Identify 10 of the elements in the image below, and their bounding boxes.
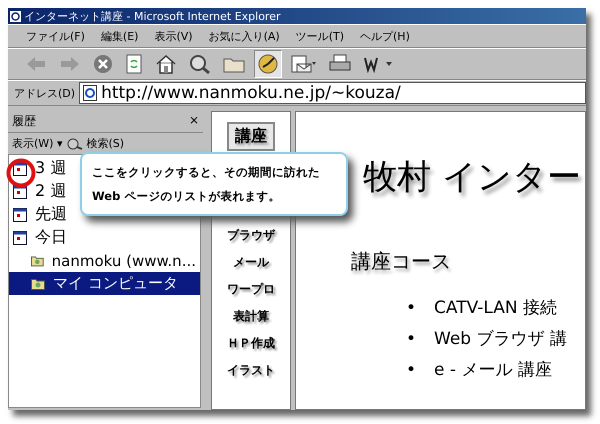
window-title: インターネット講座 - Microsoft Internet Explorer (24, 8, 280, 24)
page-subheading: 講座コース (351, 248, 452, 275)
bullet: • (406, 297, 416, 320)
pane-title: 履歴 (12, 113, 36, 130)
callout-text: Web ページのリストが表れます。 (92, 188, 282, 205)
address-label: アドレス(D) (14, 86, 76, 100)
bullet: • (406, 359, 416, 382)
page-heading: 牧村 インター (363, 156, 582, 199)
callout-text: ここをクリックすると、その期間に訪れた (92, 164, 321, 181)
bullet: • (406, 328, 416, 351)
